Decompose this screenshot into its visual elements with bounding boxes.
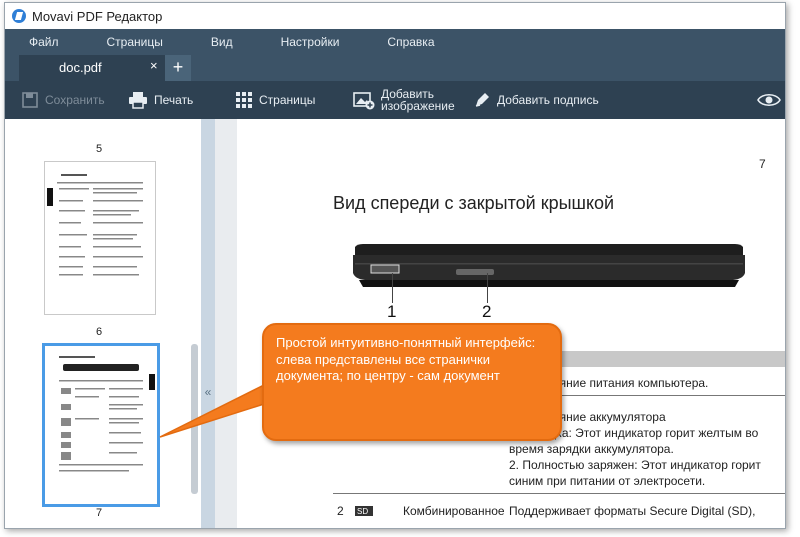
table-cell-number: 2 <box>337 504 344 518</box>
pages-label: Страницы <box>259 93 316 107</box>
tab-doc[interactable]: doc.pdf × <box>19 55 165 81</box>
page-thumbnails-panel: 5 6 7 <box>5 119 201 528</box>
thumb-page-6[interactable] <box>44 161 156 315</box>
thumb-page-6-preview <box>47 174 143 276</box>
add-signature-button[interactable]: Добавить подпись <box>473 81 599 119</box>
pages-button[interactable]: Страницы <box>235 81 315 119</box>
add-signature-label: Добавить подпись <box>497 93 599 107</box>
table-divider <box>333 395 785 396</box>
table-cell-name: Комбинированное <box>403 504 505 518</box>
menu-pages[interactable]: Страницы <box>107 35 163 49</box>
eye-icon <box>757 93 781 107</box>
printer-icon <box>129 92 147 109</box>
thumb-page-number: 5 <box>95 143 103 155</box>
sidebar-scrollbar[interactable] <box>191 344 198 494</box>
add-image-label: Добавить изображение <box>381 88 455 112</box>
callout-line-1 <box>392 273 393 303</box>
tab-bar: doc.pdf × + <box>5 55 785 81</box>
print-label: Печать <box>154 93 194 107</box>
table-row: 2. Полностью заряжен: Этот индикатор гор… <box>509 458 761 472</box>
thumb-page-7-preview <box>59 356 155 472</box>
document-page[interactable]: 7 Вид спереди с закрытой крышкой 1 2 ает… <box>237 119 785 528</box>
save-label: Сохранить <box>45 93 105 107</box>
document-margin <box>215 119 237 528</box>
page-number: 7 <box>759 157 766 171</box>
save-button[interactable]: Сохранить <box>21 81 105 119</box>
add-image-button[interactable]: Добавить изображение <box>353 81 455 119</box>
thumb-page-number: 6 <box>95 326 103 338</box>
tab-label: doc.pdf <box>59 60 102 75</box>
thumb-page-number: 7 <box>95 507 103 519</box>
callout-number-2: 2 <box>482 302 492 321</box>
table-header <box>499 351 785 367</box>
table-row: 1. Зарядка: Этот индикатор горит желтым … <box>509 426 759 440</box>
add-image-label-line2: изображение <box>381 99 455 113</box>
table-row: ает состояние питания компьютера. <box>507 376 709 390</box>
collapse-panel-icon[interactable]: « <box>201 385 215 399</box>
pen-icon <box>475 93 489 107</box>
save-icon <box>22 92 38 108</box>
panel-splitter[interactable]: « <box>201 119 215 528</box>
svg-text:SD: SD <box>357 507 368 516</box>
callout-number-1: 1 <box>387 302 397 321</box>
table-divider <box>333 493 785 494</box>
toolbar: Сохранить Печать Страницы Добавить изобр… <box>5 81 785 119</box>
menu-help[interactable]: Справка <box>387 35 434 49</box>
menu-view[interactable]: Вид <box>211 35 233 49</box>
thumb-page-7[interactable] <box>42 343 160 507</box>
app-window: Movavi PDF Редактор Файл Страницы Вид На… <box>4 2 786 529</box>
table-row: синим при питании от электросети. <box>509 474 706 488</box>
menu-file[interactable]: Файл <box>29 35 59 49</box>
add-tab-button[interactable]: + <box>165 55 191 81</box>
callout-line-2 <box>487 273 488 303</box>
movavi-logo-icon <box>12 9 26 23</box>
window-title: Movavi PDF Редактор <box>32 8 163 24</box>
laptop-front-image <box>353 244 745 287</box>
add-image-icon <box>353 92 375 110</box>
sd-card-icon: SD <box>355 506 373 516</box>
menu-settings[interactable]: Настройки <box>281 35 340 49</box>
close-icon[interactable]: × <box>150 58 158 73</box>
preview-button[interactable] <box>757 81 785 119</box>
page-heading: Вид спереди с закрытой крышкой <box>333 193 615 213</box>
grid-icon <box>236 92 252 108</box>
table-cell-description: Поддерживает форматы Secure Digital (SD)… <box>509 504 756 518</box>
table-row: ает состояние аккумулятора <box>507 410 666 424</box>
menu-bar: Файл Страницы Вид Настройки Справка <box>5 29 785 55</box>
table-row: время зарядки аккумулятора. <box>509 442 674 456</box>
print-button[interactable]: Печать <box>128 81 193 119</box>
title-bar: Movavi PDF Редактор <box>5 3 785 29</box>
